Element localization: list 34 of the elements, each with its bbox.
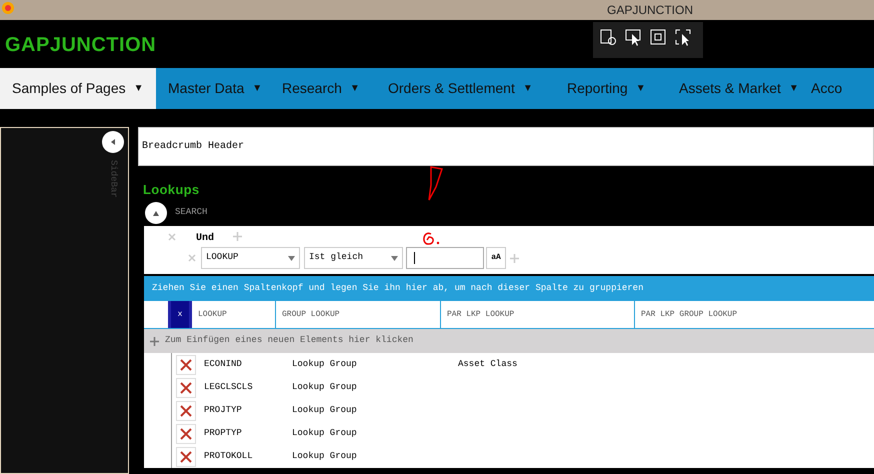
table-cell-text: ECONIND xyxy=(203,358,243,371)
table-cell-text: Lookup Group xyxy=(291,426,358,440)
table-cell-text: Lookup Group xyxy=(291,404,358,417)
nav-menu[interactable]: Assets & Market ▼ xyxy=(667,68,799,109)
nav-menu[interactable]: Reporting ▼ xyxy=(555,68,667,109)
select-all-button[interactable]: x xyxy=(168,301,192,328)
new-row-bar[interactable]: Zum Einfügen eines neuen Elements hier klicken xyxy=(144,329,874,353)
table-cell-text: PROPTYP xyxy=(203,426,243,440)
app-logo: GAPJUNCTION xyxy=(5,33,156,58)
table-cell-text: Asset Class xyxy=(457,358,518,371)
table-cell-text: Lookup Group xyxy=(291,380,358,394)
condition-dropdown[interactable]: Ist gleich xyxy=(304,247,403,269)
search-label: SEARCH xyxy=(175,206,208,220)
nav-menu[interactable]: Orders & Settlement ▼ xyxy=(376,68,555,109)
nav-menu[interactable]: Samples of Pages ▼ xyxy=(0,68,156,109)
nav-menu[interactable]: Master Data ▼ xyxy=(156,68,270,109)
nav-menu[interactable]: Acco xyxy=(799,68,874,109)
nav-menu[interactable]: Research ▼ xyxy=(270,68,376,109)
breadcrumb-header: Breadcrumb Header xyxy=(138,127,874,166)
case-sensitive-button[interactable]: aA xyxy=(486,247,506,269)
table-cell-text: LEGCLSCLS xyxy=(203,380,254,394)
column-header[interactable]: PAR LKP GROUP LOOKUP xyxy=(635,301,874,328)
window-title: GAPJUNCTION xyxy=(607,2,694,19)
table-cell-text: Lookup Group xyxy=(291,358,358,371)
column-header[interactable]: LOOKUP xyxy=(192,301,276,328)
table-cell-text: PROJTYP xyxy=(203,404,243,417)
table-cell-text: PROTOKOLL xyxy=(203,450,254,463)
logical-operator[interactable]: Und xyxy=(196,231,214,246)
group-panel: Ziehen Sie einen Spaltenkopf und legen Sie ihn hier ab, um nach dieser Spalte zu gruppieren xyxy=(144,276,874,301)
page-title: Lookups xyxy=(143,181,200,199)
field-dropdown[interactable]: LOOKUP xyxy=(201,247,300,269)
column-header[interactable]: GROUP LOOKUP xyxy=(276,301,441,328)
column-header[interactable]: PAR LKP LOOKUP xyxy=(441,301,635,328)
table-cell-text: Lookup Group xyxy=(291,450,358,463)
